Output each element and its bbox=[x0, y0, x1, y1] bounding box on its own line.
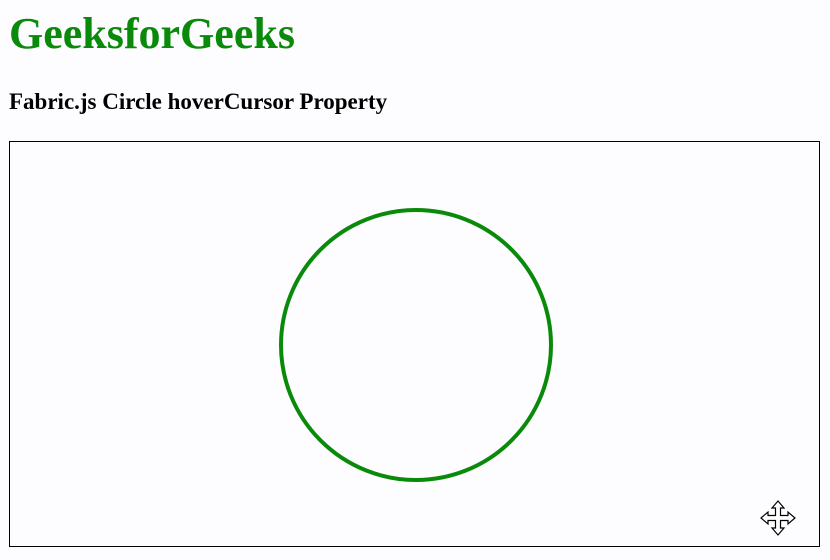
page-title: GeeksforGeeks bbox=[9, 9, 295, 58]
move-cursor-icon bbox=[760, 500, 796, 536]
circle-object[interactable] bbox=[279, 208, 553, 482]
page-subtitle: Fabric.js Circle hoverCursor Property bbox=[9, 89, 388, 114]
canvas-surface bbox=[279, 208, 796, 536]
fabric-canvas[interactable] bbox=[9, 141, 820, 547]
